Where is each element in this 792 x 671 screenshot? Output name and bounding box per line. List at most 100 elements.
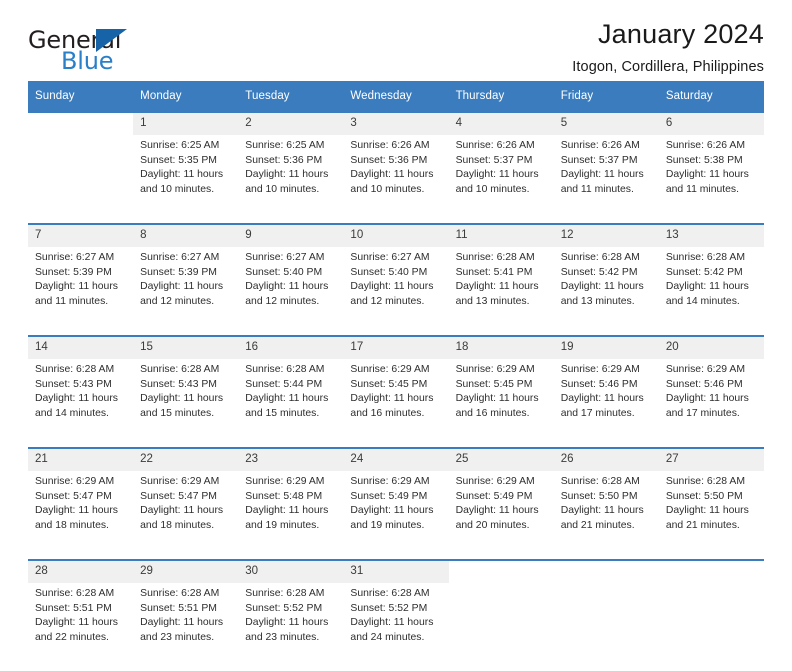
daylight-text-line1: Daylight: 11 hours <box>350 617 434 629</box>
day-number[interactable]: 10 <box>343 223 449 247</box>
day-number[interactable]: 14 <box>28 335 134 359</box>
day-cell[interactable]: Sunrise: 6:28 AM Sunset: 5:42 PM Dayligh… <box>553 247 659 336</box>
day-cell[interactable]: Sunrise: 6:28 AM Sunset: 5:50 PM Dayligh… <box>553 471 659 560</box>
day-cell[interactable]: Sunrise: 6:29 AM Sunset: 5:45 PM Dayligh… <box>448 359 554 448</box>
day-number[interactable]: 5 <box>553 111 659 135</box>
sunset-text: Sunset: 5:45 PM <box>350 378 428 390</box>
day-cell[interactable]: Sunrise: 6:25 AM Sunset: 5:36 PM Dayligh… <box>238 135 344 224</box>
day-number[interactable]: 28 <box>28 559 134 583</box>
weekday-header-tuesday: Tuesday <box>238 81 344 112</box>
day-number[interactable]: 17 <box>343 335 449 359</box>
day-cell[interactable]: Sunrise: 6:29 AM Sunset: 5:47 PM Dayligh… <box>28 471 134 560</box>
day-cell[interactable]: Sunrise: 6:28 AM Sunset: 5:43 PM Dayligh… <box>133 359 239 448</box>
day-cell[interactable]: Sunrise: 6:28 AM Sunset: 5:41 PM Dayligh… <box>448 247 554 336</box>
day-cell[interactable]: Sunrise: 6:29 AM Sunset: 5:49 PM Dayligh… <box>343 471 449 560</box>
day-number[interactable]: 13 <box>658 223 764 247</box>
day-number[interactable]: 7 <box>28 223 134 247</box>
day-cell[interactable]: Sunrise: 6:29 AM Sunset: 5:46 PM Dayligh… <box>658 359 764 448</box>
day-number[interactable]: 22 <box>133 447 239 471</box>
day-cell[interactable]: Sunrise: 6:29 AM Sunset: 5:47 PM Dayligh… <box>133 471 239 560</box>
day-number[interactable]: 26 <box>553 447 659 471</box>
day-cell[interactable]: Sunrise: 6:26 AM Sunset: 5:36 PM Dayligh… <box>343 135 449 224</box>
day-cell[interactable]: Sunrise: 6:28 AM Sunset: 5:44 PM Dayligh… <box>238 359 344 448</box>
day-cell[interactable]: Sunrise: 6:29 AM Sunset: 5:48 PM Dayligh… <box>238 471 344 560</box>
sunrise-text: Sunrise: 6:27 AM <box>350 252 430 263</box>
day-cell[interactable]: Sunrise: 6:27 AM Sunset: 5:40 PM Dayligh… <box>238 247 344 336</box>
day-cell-empty <box>448 583 554 671</box>
day-cell[interactable]: Sunrise: 6:27 AM Sunset: 5:39 PM Dayligh… <box>28 247 134 336</box>
day-number[interactable]: 11 <box>448 223 554 247</box>
weekday-header-thursday: Thursday <box>448 81 554 112</box>
sunset-text: Sunset: 5:47 PM <box>140 490 217 502</box>
calendar-body: 1 2 3 4 5 6 Sunrise: 6:25 AM Sunset: 5:3… <box>28 111 764 671</box>
day-cell[interactable]: Sunrise: 6:29 AM Sunset: 5:45 PM Dayligh… <box>343 359 449 448</box>
sunset-text: Sunset: 5:47 PM <box>35 490 112 502</box>
sunrise-text: Sunrise: 6:26 AM <box>560 140 640 151</box>
day-number[interactable]: 9 <box>238 223 344 247</box>
daylight-text-line1: Daylight: 11 hours <box>665 169 749 181</box>
brand-logo[interactable]: General Blue <box>28 26 228 75</box>
page-header: General Blue January 2024 Itogon, Cordil… <box>28 0 764 76</box>
sunrise-text: Sunrise: 6:29 AM <box>35 476 115 487</box>
day-number[interactable]: 15 <box>133 335 239 359</box>
day-number[interactable]: 6 <box>658 111 764 135</box>
day-number[interactable]: 3 <box>343 111 449 135</box>
day-cell[interactable]: Sunrise: 6:27 AM Sunset: 5:40 PM Dayligh… <box>343 247 449 336</box>
daylight-text-line2: and 22 minutes. <box>35 631 109 643</box>
day-number[interactable]: 2 <box>238 111 344 135</box>
day-number[interactable]: 12 <box>553 223 659 247</box>
day-cell[interactable]: Sunrise: 6:28 AM Sunset: 5:42 PM Dayligh… <box>658 247 764 336</box>
day-number[interactable]: 23 <box>238 447 344 471</box>
day-number[interactable]: 8 <box>133 223 239 247</box>
daylight-text-line2: and 13 minutes. <box>560 295 635 307</box>
day-cell[interactable]: Sunrise: 6:28 AM Sunset: 5:43 PM Dayligh… <box>28 359 134 448</box>
day-cell[interactable]: Sunrise: 6:29 AM Sunset: 5:46 PM Dayligh… <box>553 359 659 448</box>
daylight-text-line1: Daylight: 11 hours <box>455 393 539 405</box>
sunrise-text: Sunrise: 6:27 AM <box>140 252 220 263</box>
day-number[interactable]: 19 <box>553 335 659 359</box>
day-number[interactable]: 27 <box>658 447 764 471</box>
calendar-page: General Blue January 2024 Itogon, Cordil… <box>0 0 792 671</box>
day-number[interactable]: 1 <box>133 111 239 135</box>
daylight-text-line2: and 10 minutes. <box>455 183 530 195</box>
day-number[interactable]: 25 <box>448 447 554 471</box>
day-number[interactable]: 31 <box>343 559 449 583</box>
day-cell[interactable]: Sunrise: 6:28 AM Sunset: 5:52 PM Dayligh… <box>238 583 344 671</box>
sunset-text: Sunset: 5:48 PM <box>245 490 323 502</box>
sunset-text: Sunset: 5:37 PM <box>455 154 533 166</box>
day-cell[interactable]: Sunrise: 6:28 AM Sunset: 5:51 PM Dayligh… <box>133 583 239 671</box>
sunset-text: Sunset: 5:51 PM <box>140 602 217 614</box>
daylight-text-line1: Daylight: 11 hours <box>140 393 224 405</box>
sunrise-text: Sunrise: 6:26 AM <box>350 140 430 151</box>
day-cell[interactable]: Sunrise: 6:25 AM Sunset: 5:35 PM Dayligh… <box>133 135 239 224</box>
day-number <box>448 559 554 583</box>
weekday-header-monday: Monday <box>133 81 239 112</box>
sunrise-text: Sunrise: 6:29 AM <box>350 476 430 487</box>
day-cell[interactable]: Sunrise: 6:28 AM Sunset: 5:50 PM Dayligh… <box>658 471 764 560</box>
day-number[interactable]: 4 <box>448 111 554 135</box>
day-number[interactable]: 20 <box>658 335 764 359</box>
daylight-text-line2: and 11 minutes. <box>35 295 109 307</box>
day-cell[interactable]: Sunrise: 6:26 AM Sunset: 5:37 PM Dayligh… <box>448 135 554 224</box>
day-number[interactable]: 29 <box>133 559 239 583</box>
daylight-text-line1: Daylight: 11 hours <box>245 393 329 405</box>
daylight-text-line2: and 21 minutes. <box>560 519 635 531</box>
week-info-row: Sunrise: 6:28 AM Sunset: 5:43 PM Dayligh… <box>28 359 764 448</box>
day-cell[interactable]: Sunrise: 6:26 AM Sunset: 5:38 PM Dayligh… <box>658 135 764 224</box>
daylight-text-line2: and 12 minutes. <box>245 295 320 307</box>
day-cell[interactable]: Sunrise: 6:29 AM Sunset: 5:49 PM Dayligh… <box>448 471 554 560</box>
day-cell[interactable]: Sunrise: 6:28 AM Sunset: 5:51 PM Dayligh… <box>28 583 134 671</box>
sunset-text: Sunset: 5:38 PM <box>665 154 743 166</box>
day-number[interactable]: 30 <box>238 559 344 583</box>
day-cell[interactable]: Sunrise: 6:26 AM Sunset: 5:37 PM Dayligh… <box>553 135 659 224</box>
day-number[interactable]: 16 <box>238 335 344 359</box>
daylight-text-line1: Daylight: 11 hours <box>560 393 644 405</box>
day-cell[interactable]: Sunrise: 6:28 AM Sunset: 5:52 PM Dayligh… <box>343 583 449 671</box>
sunrise-text: Sunrise: 6:26 AM <box>455 140 535 151</box>
day-number[interactable]: 24 <box>343 447 449 471</box>
day-cell[interactable]: Sunrise: 6:27 AM Sunset: 5:39 PM Dayligh… <box>133 247 239 336</box>
daylight-text-line2: and 20 minutes. <box>455 519 530 531</box>
page-title: January 2024 <box>597 19 764 49</box>
day-number[interactable]: 18 <box>448 335 554 359</box>
day-number[interactable]: 21 <box>28 447 134 471</box>
